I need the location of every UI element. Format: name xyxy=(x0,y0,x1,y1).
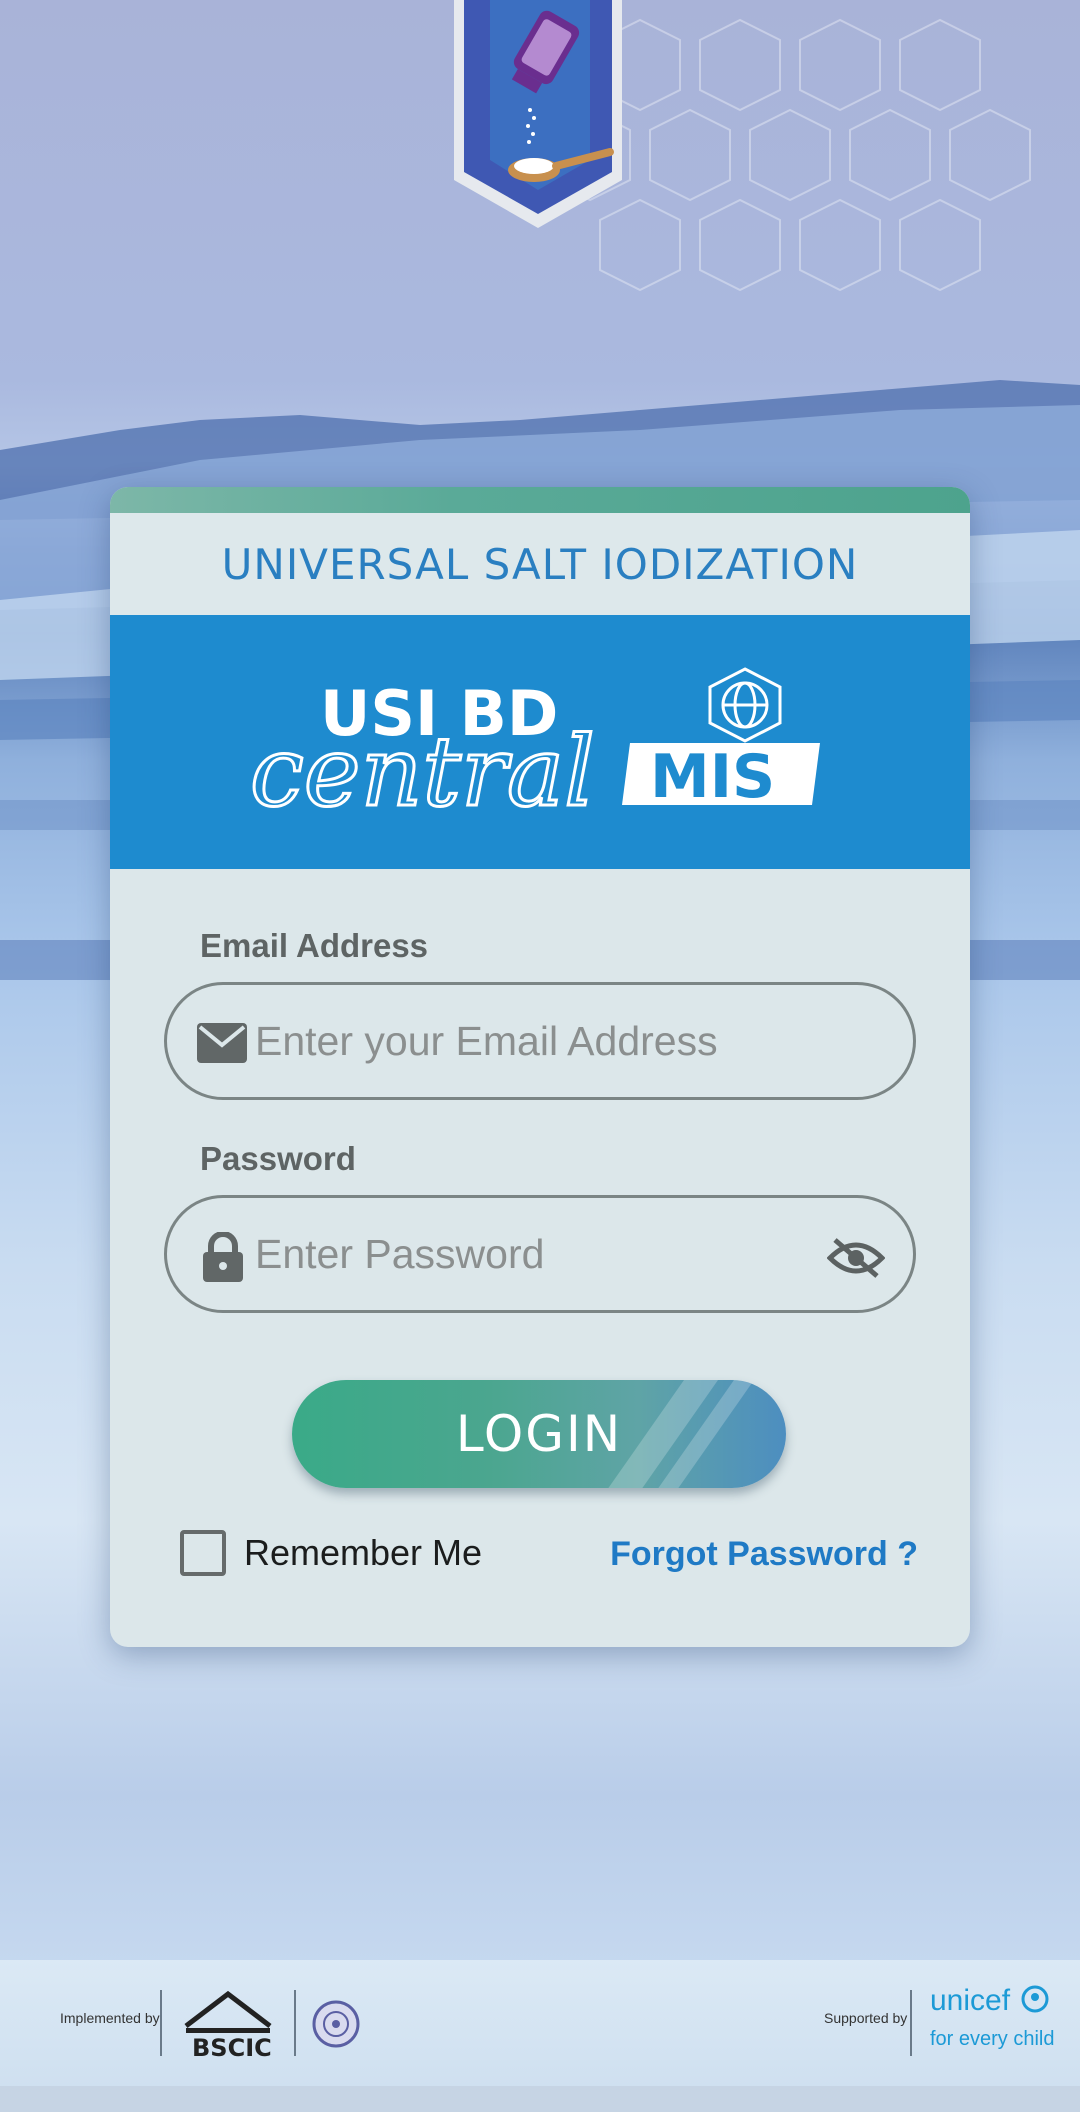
usi-bd-central-mis-logo: USI BD central MIS xyxy=(250,667,820,825)
globe-network-icon xyxy=(708,667,782,743)
iodized-salt-banner-logo xyxy=(454,0,622,228)
divider xyxy=(910,1990,912,2056)
eye-off-icon[interactable] xyxy=(827,1236,885,1280)
email-field[interactable]: Enter your Email Address xyxy=(164,982,916,1100)
card-top-strip xyxy=(110,487,970,513)
forgot-password-link[interactable]: Forgot Password ? xyxy=(610,1535,918,1574)
remember-me[interactable]: Remember Me xyxy=(180,1530,482,1576)
login-button[interactable]: LOGIN xyxy=(292,1380,786,1488)
unicef-globe-icon xyxy=(1021,1985,1049,2013)
remember-me-label: Remember Me xyxy=(244,1532,483,1573)
supported-by-label: Supported by xyxy=(824,2010,908,2026)
partner-logo-text: BSCIC xyxy=(192,2034,272,2060)
logo-line3: MIS xyxy=(650,742,775,812)
card-header: UNIVERSAL SALT IODIZATION xyxy=(110,513,970,615)
password-field[interactable]: Enter Password xyxy=(164,1195,916,1313)
divider xyxy=(160,1990,162,2056)
remember-me-checkbox[interactable] xyxy=(180,1530,226,1576)
login-button-label: LOGIN xyxy=(455,1405,623,1463)
government-seal-icon xyxy=(312,2000,360,2048)
password-placeholder: Enter Password xyxy=(255,1230,545,1277)
implemented-by-label: Implemented by xyxy=(60,2010,160,2026)
envelope-icon xyxy=(197,1023,247,1063)
bscic-logo: BSCIC xyxy=(184,1990,272,2060)
login-card: UNIVERSAL SALT IODIZATION USI BD central… xyxy=(110,487,970,1647)
footer: Implemented by BSCIC Supported by unicef… xyxy=(0,1960,1080,2086)
bottom-strip xyxy=(0,2086,1080,2112)
app-title: UNIVERSAL SALT IODIZATION xyxy=(221,539,859,589)
logo-line2: central xyxy=(250,716,595,825)
email-label: Email Address xyxy=(200,927,429,964)
divider xyxy=(294,1990,296,2056)
lock-icon xyxy=(203,1232,243,1282)
logo-band: USI BD central MIS xyxy=(110,615,970,869)
email-placeholder: Enter your Email Address xyxy=(255,1017,718,1064)
unicef-tagline: for every child xyxy=(930,2028,1055,2050)
password-label: Password xyxy=(200,1140,356,1177)
unicef-logo-text: unicef xyxy=(930,1984,1011,2017)
